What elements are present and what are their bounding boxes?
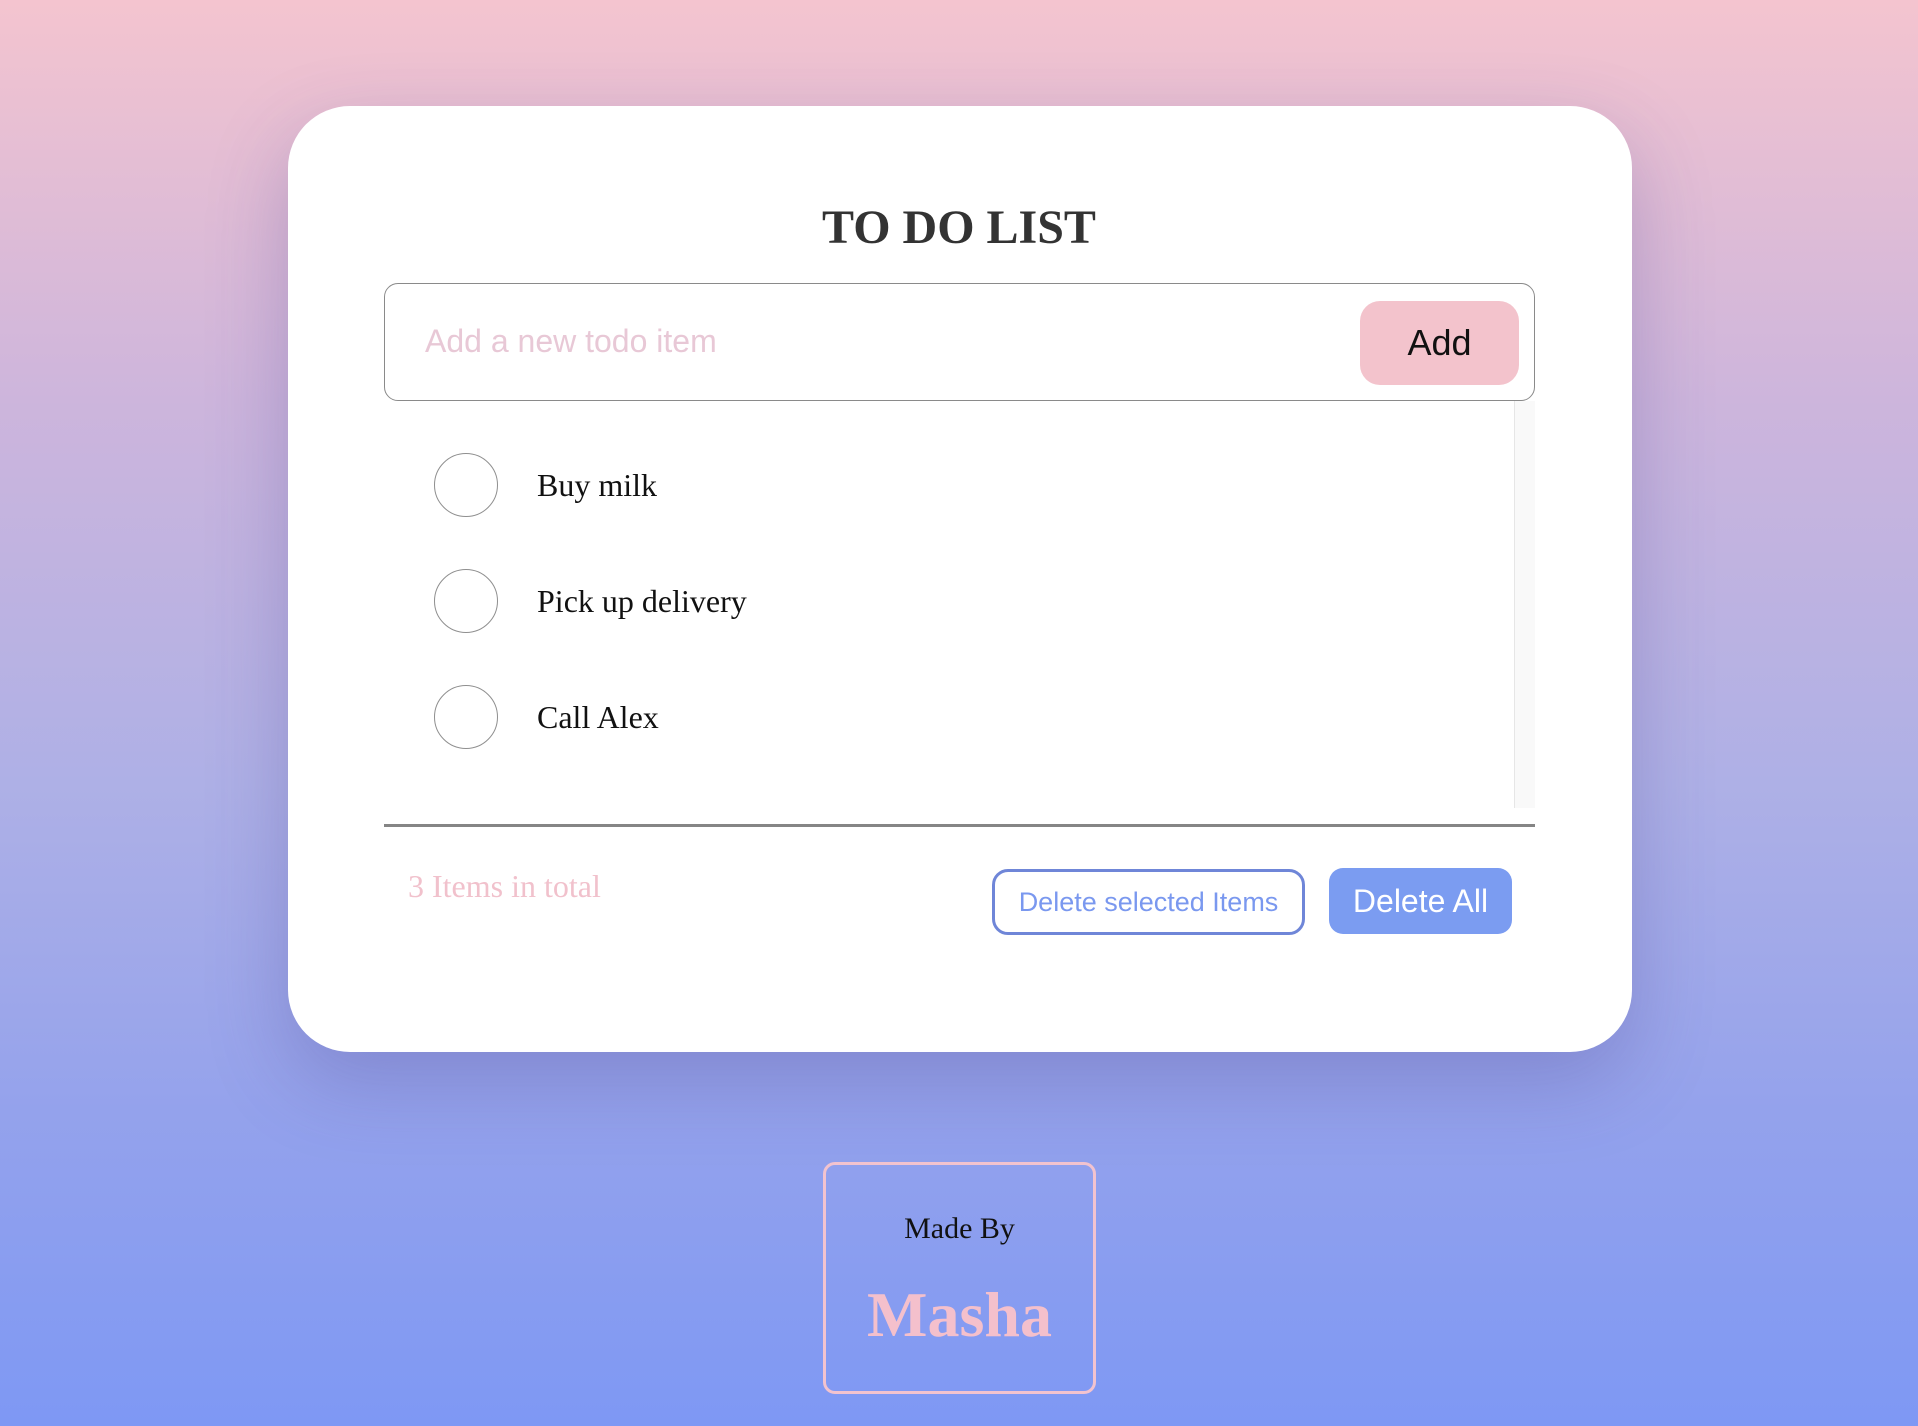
list-item: Call Alex	[384, 683, 1484, 753]
add-button[interactable]: Add	[1360, 301, 1519, 385]
todo-item-text: Pick up delivery	[537, 583, 747, 619]
credit-label: Made By	[904, 1212, 1015, 1245]
list-scrollbar[interactable]	[1514, 401, 1535, 808]
list-item: Pick up delivery	[384, 567, 1484, 637]
author-name: Masha	[867, 1279, 1052, 1350]
list-item: Buy milk	[384, 451, 1484, 521]
todo-item-text: Call Alex	[537, 699, 659, 735]
todo-input-row: Add	[384, 283, 1535, 401]
todo-item-text: Buy milk	[537, 467, 658, 503]
todo-checkbox[interactable]	[434, 453, 498, 517]
item-count: 3 Items in total	[408, 868, 601, 904]
delete-selected-button[interactable]: Delete selected Items	[992, 869, 1305, 935]
todo-list: Buy milk Pick up delivery Call Alex	[384, 401, 1535, 808]
credit-box: Made By Masha	[823, 1162, 1096, 1394]
todo-input[interactable]	[425, 318, 1325, 364]
page-title: TO DO LIST	[822, 201, 1096, 254]
list-divider	[384, 824, 1535, 827]
delete-all-button[interactable]: Delete All	[1329, 868, 1512, 934]
todo-checkbox[interactable]	[434, 685, 498, 749]
todo-checkbox[interactable]	[434, 569, 498, 633]
